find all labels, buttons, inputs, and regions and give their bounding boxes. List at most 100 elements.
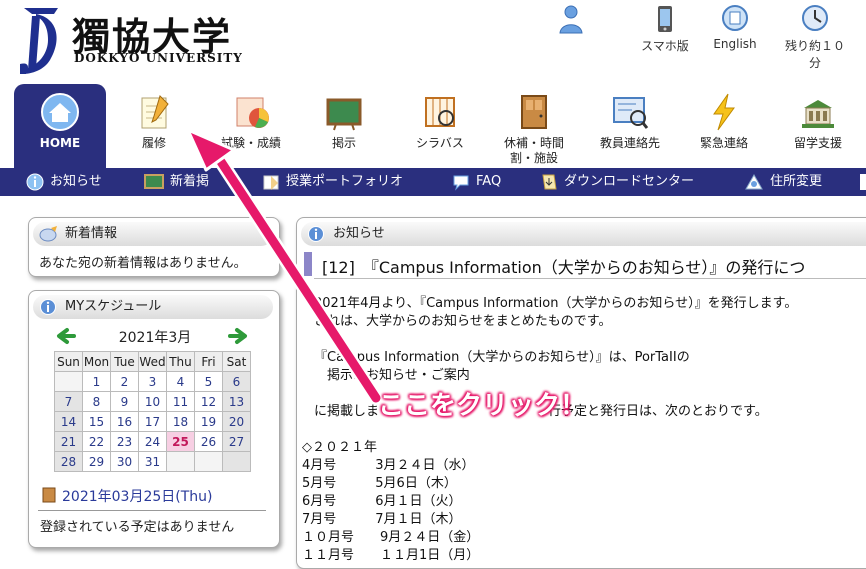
english-icon <box>722 5 748 31</box>
news-line: ◇２０２１年 <box>302 440 377 455</box>
prev-month-icon[interactable] <box>56 327 76 345</box>
building-icon <box>802 100 834 128</box>
calendar-day[interactable]: 3 <box>138 371 167 392</box>
menu-study-abroad-label: 留学支援 <box>793 136 842 150</box>
calendar-day[interactable]: 7 <box>54 391 83 412</box>
calendar-day[interactable]: 23 <box>110 431 139 452</box>
university-logo-icon <box>20 8 58 74</box>
menu-syllabus[interactable]: シラバス <box>400 84 480 168</box>
calendar-day[interactable]: 22 <box>82 431 111 452</box>
menu-emergency[interactable]: 緊急連絡 <box>684 84 764 168</box>
calendar-day[interactable]: 28 <box>54 451 83 472</box>
calendar-week: 28 29 30 31 <box>54 451 251 472</box>
new-info-title: 新着情報 <box>65 226 118 241</box>
menu-home[interactable]: HOME <box>14 84 106 168</box>
news-line: 『Campus Information（大学からのお知らせ）』は、PorTaII… <box>314 350 690 365</box>
calendar-day[interactable]: 13 <box>222 391 251 412</box>
menu-syllabus-label: シラバス <box>416 136 464 150</box>
selected-date-link[interactable]: 2021年03月25日(Thu) <box>62 486 212 506</box>
subnav-address-change-label: 住所変更 <box>770 174 823 189</box>
menu-home-label: HOME <box>39 136 81 150</box>
menu-bulletin[interactable]: 掲示 <box>306 84 382 168</box>
calendar-day[interactable]: 5 <box>194 371 223 392</box>
address-icon <box>745 173 763 189</box>
menu-exams-grades-label: 試験・成績 <box>220 136 281 150</box>
menu-registration-label: 履修 <box>141 136 166 150</box>
calendar-grid: Sun Mon Tue Wed Thu Fri Sat 1 2 3 4 5 6 … <box>54 351 251 472</box>
calendar-day[interactable]: 30 <box>110 451 139 472</box>
subnav-address-change[interactable]: 住所変更 <box>744 168 822 196</box>
news-line: 6月号 6月１日（火） <box>302 494 462 509</box>
english-link[interactable]: English <box>700 4 770 51</box>
subnav-overflow <box>860 174 866 190</box>
smartphone-link-label: スマホ版 <box>641 39 689 53</box>
menu-registration[interactable]: 履修 <box>114 84 194 168</box>
teacher-contact-icon <box>613 97 649 129</box>
news-line: 7月号 7月１日（木） <box>302 512 462 527</box>
subnav-new-posts[interactable]: 新着掲 <box>144 168 209 196</box>
notices-header: お知らせ <box>301 222 866 246</box>
menu-faculty-contact-label: 教員連絡先 <box>599 136 660 150</box>
menu-study-abroad[interactable]: 留学支援 <box>778 84 858 168</box>
chart-icon <box>236 97 269 128</box>
news-line: 掲示＞お知らせ・ご案内 <box>314 368 470 383</box>
user-link[interactable] <box>536 4 606 37</box>
door-icon <box>42 487 56 503</box>
portfolio-icon <box>263 175 279 190</box>
subnav-class-portfolio[interactable]: 授業ポートフォリオ <box>262 168 403 196</box>
schedule-title: MYスケジュール <box>65 299 162 314</box>
news-item-marker <box>304 252 312 276</box>
calendar-day <box>194 451 223 472</box>
calendar-day[interactable]: 2 <box>110 371 139 392</box>
calendar-day[interactable]: 14 <box>54 411 83 432</box>
next-month-icon[interactable] <box>228 327 248 345</box>
weekday: Tue <box>110 351 139 372</box>
menu-exams-grades[interactable]: 試験・成績 <box>208 84 294 168</box>
subnav-download-center[interactable]: ダウンロードセンター <box>540 168 694 196</box>
calendar-day[interactable]: 18 <box>166 411 195 432</box>
calendar-day[interactable]: 19 <box>194 411 223 432</box>
subnav-faq-label: FAQ <box>476 174 502 189</box>
subnav-notices[interactable]: お知らせ <box>26 168 102 196</box>
calendar-day[interactable]: 6 <box>222 371 251 392</box>
download-icon <box>542 174 557 189</box>
calendar-weekdays: Sun Mon Tue Wed Thu Fri Sat <box>54 351 251 372</box>
calendar-day-today[interactable]: 25 <box>166 431 195 452</box>
subnav-class-portfolio-label: 授業ポートフォリオ <box>286 174 404 189</box>
calendar-day[interactable]: 8 <box>82 391 111 412</box>
calendar-day[interactable]: 12 <box>194 391 223 412</box>
calendar-day[interactable]: 26 <box>194 431 223 452</box>
subnav-faq[interactable]: FAQ <box>452 168 501 196</box>
weekday: Sun <box>54 351 83 372</box>
calendar-day[interactable]: 31 <box>138 451 167 472</box>
calendar-day[interactable]: 1 <box>82 371 111 392</box>
calendar-day[interactable]: 15 <box>82 411 111 432</box>
info-icon <box>40 299 56 315</box>
door-icon <box>521 95 547 129</box>
calendar-day[interactable]: 20 <box>222 411 251 432</box>
english-link-label: English <box>713 37 757 51</box>
news-line: １１月号 １１月1日（月） <box>302 548 480 563</box>
new-info-panel: 新着情報 あなた宛の新着情報はありません。 <box>28 217 280 277</box>
calendar-day[interactable]: 11 <box>166 391 195 412</box>
new-info-icon <box>39 226 57 242</box>
calendar-day[interactable]: 9 <box>110 391 139 412</box>
calendar-day[interactable]: 21 <box>54 431 83 452</box>
weekday: Wed <box>138 351 167 372</box>
calendar-day[interactable]: 10 <box>138 391 167 412</box>
menu-faculty-contact[interactable]: 教員連絡先 <box>590 84 670 168</box>
calendar-day[interactable]: 4 <box>166 371 195 392</box>
calendar-day[interactable]: 17 <box>138 411 167 432</box>
news-item-title[interactable]: [12] 『Campus Information（大学からのお知らせ）』の発行に… <box>322 254 805 278</box>
calendar-day[interactable]: 16 <box>110 411 139 432</box>
calendar-day[interactable]: 24 <box>138 431 167 452</box>
calendar-day[interactable]: 29 <box>82 451 111 472</box>
menu-emergency-label: 緊急連絡 <box>699 136 748 150</box>
calendar-day[interactable]: 27 <box>222 431 251 452</box>
news-line: 2021年4月より、『Campus Information（大学からのお知らせ）… <box>314 296 798 311</box>
calendar-month: 2021年3月 <box>118 330 192 346</box>
smartphone-link[interactable]: スマホ版 <box>630 4 700 54</box>
weekday: Fri <box>194 351 223 372</box>
menu-class-changes-facilities[interactable]: 休補・時間 割・施設 <box>494 84 574 168</box>
notices-title: お知らせ <box>333 226 385 241</box>
